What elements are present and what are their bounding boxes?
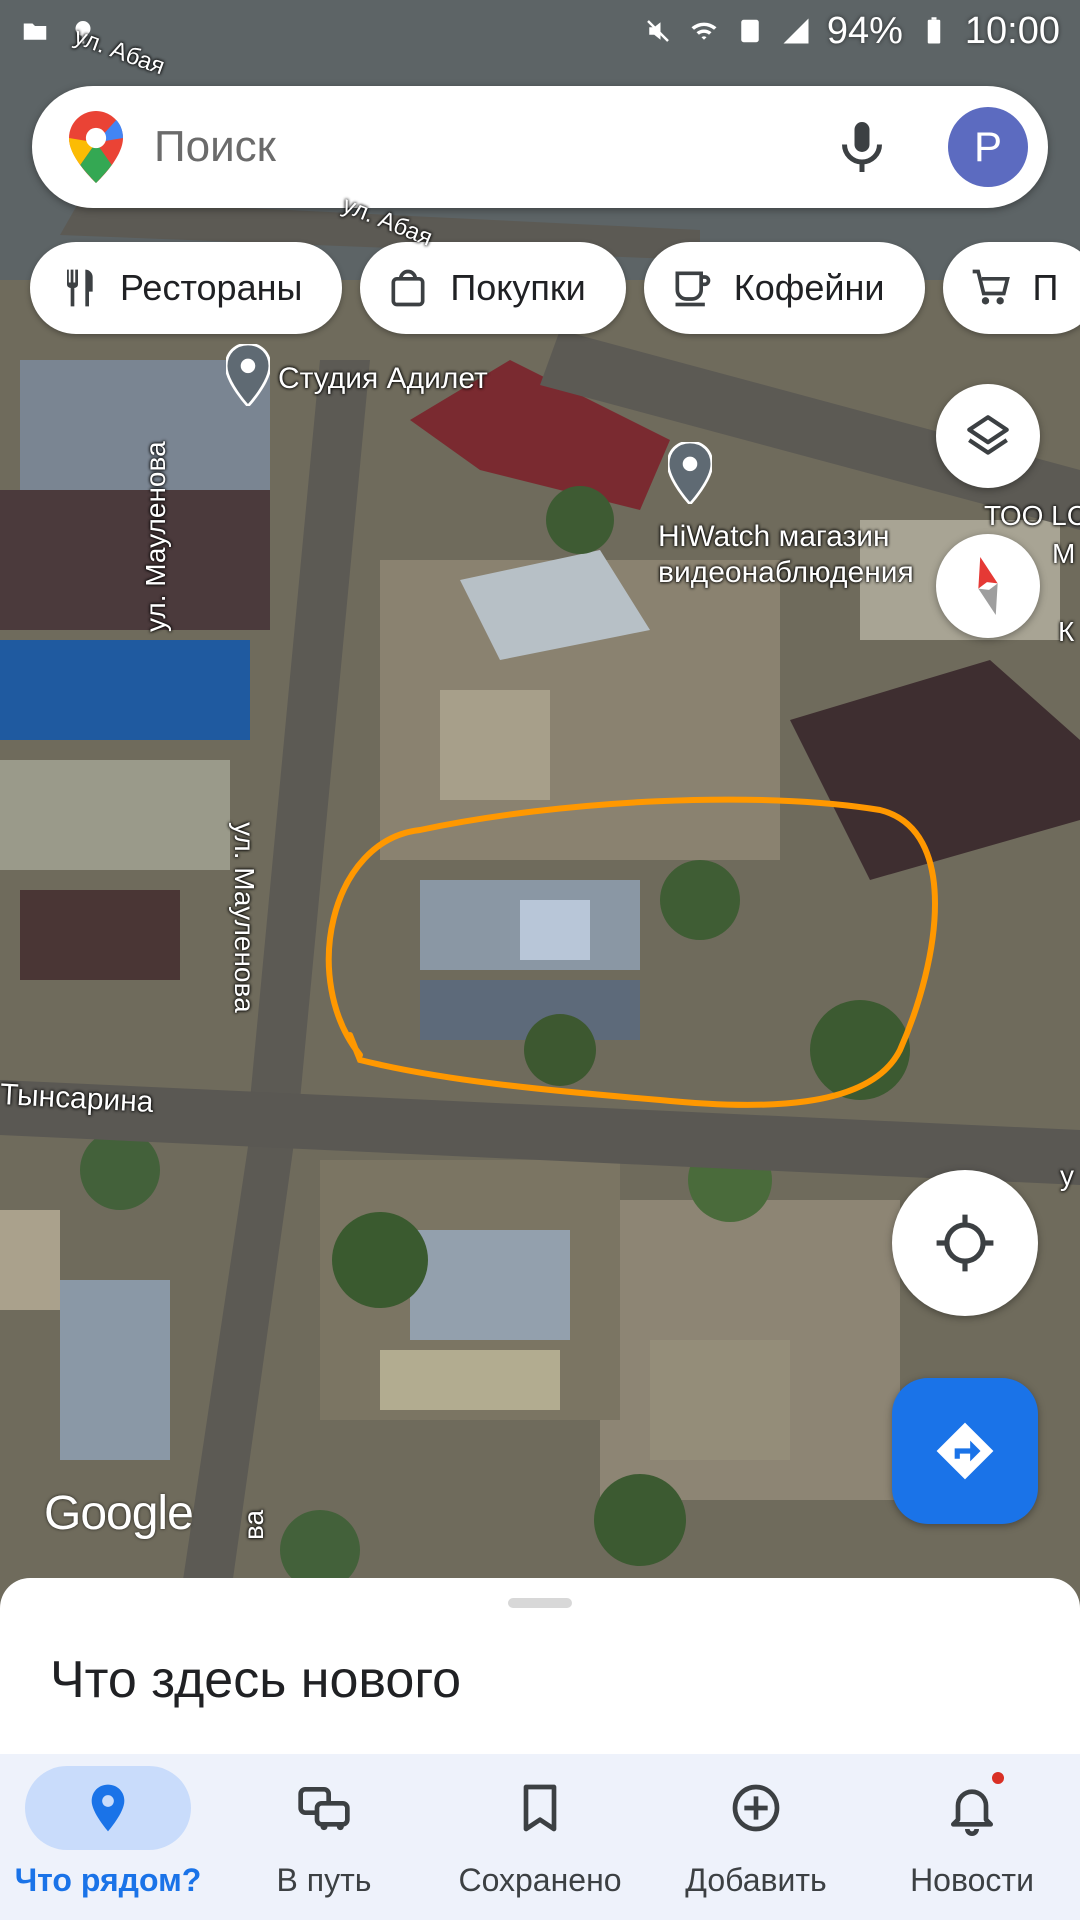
layers-icon: [967, 415, 1009, 455]
cart-icon: [972, 269, 1010, 305]
chip-restaurants[interactable]: Рестораны: [30, 242, 343, 334]
shopping-bag-icon: [391, 269, 425, 307]
directions-button[interactable]: [892, 1378, 1038, 1524]
nav-commute[interactable]: В путь: [216, 1754, 432, 1920]
nav-active-pill: [25, 1766, 191, 1850]
nav-label: Добавить: [685, 1862, 827, 1898]
coffee-icon: [675, 271, 711, 307]
chip-label: П: [1032, 267, 1059, 308]
nav-pill: [457, 1766, 623, 1850]
street-label: ул. Мауленова: [140, 441, 171, 632]
nav-label: Новости: [910, 1862, 1034, 1898]
chip-label: Кофейни: [733, 267, 885, 308]
layers-button[interactable]: [936, 384, 1040, 488]
nav-label: В путь: [276, 1862, 372, 1898]
restaurant-icon: [67, 269, 93, 307]
poi-label-too-2[interactable]: М: [1052, 538, 1075, 570]
street-label: ул. Мауленова: [229, 822, 260, 1013]
nav-pill: [673, 1766, 839, 1850]
nav-explore[interactable]: Что рядом?: [0, 1754, 216, 1920]
nav-label: Сохранено: [458, 1862, 622, 1898]
category-chips: Рестораны Покупки Кофейни П: [30, 242, 1080, 334]
bottom-sheet[interactable]: Что здесь нового: [0, 1578, 1080, 1754]
satellite-map[interactable]: [0, 0, 1080, 1600]
nav-updates[interactable]: Новости: [864, 1754, 1080, 1920]
poi-pin-icon[interactable]: [226, 344, 270, 406]
add-circle-icon: [732, 1784, 780, 1832]
chip-coffee[interactable]: Кофейни: [643, 242, 925, 334]
poi-label-studio[interactable]: Студия Адилет: [278, 362, 488, 396]
notification-badge: [990, 1770, 1006, 1786]
maps-logo-icon: [69, 111, 123, 183]
explore-pin-icon: [91, 1784, 125, 1832]
street-label: у: [1060, 1160, 1074, 1191]
google-logo: Google: [44, 1487, 194, 1540]
battery-icon: [927, 17, 941, 44]
nav-pill: [241, 1766, 407, 1850]
poi-label-too-1[interactable]: ТОО LC: [984, 500, 1080, 532]
poi-label-hiwatch-2[interactable]: видеонаблюдения: [658, 556, 914, 590]
mic-icon[interactable]: [832, 117, 892, 177]
battery-percent: 94%: [826, 9, 903, 52]
bottom-nav: Что рядом? В путь Сохранено Добавить Нов…: [0, 1754, 1080, 1920]
notification-icon: [741, 19, 759, 43]
bookmark-icon: [523, 1784, 557, 1832]
chip-shopping[interactable]: Покупки: [360, 242, 626, 334]
chip-label: Рестораны: [120, 267, 303, 308]
wifi-icon: [691, 22, 717, 40]
clock: 10:00: [964, 9, 1060, 52]
nav-saved[interactable]: Сохранено: [432, 1754, 648, 1920]
directions-icon: [936, 1422, 994, 1480]
sheet-drag-handle[interactable]: [508, 1598, 572, 1608]
nav-label: Что рядом?: [14, 1862, 202, 1898]
my-location-icon: [936, 1214, 994, 1272]
sheet-title: Что здесь нового: [50, 1651, 462, 1709]
commute-icon: [298, 1787, 350, 1831]
poi-pin-icon[interactable]: [668, 442, 712, 504]
street-label: ва: [238, 1509, 269, 1540]
account-avatar[interactable]: P: [948, 107, 1028, 187]
nav-contribute[interactable]: Добавить: [648, 1754, 864, 1920]
poi-label-k[interactable]: К: [1058, 616, 1074, 648]
signal-icon: [783, 18, 809, 44]
compass-icon: [978, 557, 998, 615]
search-bar[interactable]: Поиск P: [32, 86, 1048, 208]
my-location-button[interactable]: [892, 1170, 1038, 1316]
search-input[interactable]: Поиск: [154, 122, 832, 172]
bell-icon: [951, 1789, 993, 1836]
compass-button[interactable]: [936, 534, 1040, 638]
poi-label-hiwatch-1[interactable]: HiWatch магазин: [658, 520, 890, 554]
nav-pill: [889, 1766, 1055, 1850]
chip-groceries[interactable]: П: [942, 242, 1080, 334]
mute-icon: [646, 20, 669, 42]
folder-icon: [23, 23, 47, 40]
chip-label: Покупки: [450, 267, 586, 308]
